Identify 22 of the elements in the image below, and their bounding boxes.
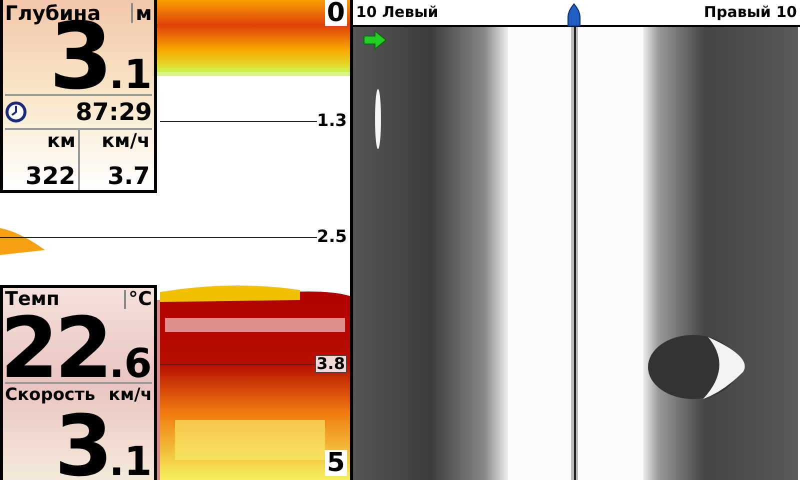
trip-value: 322 xyxy=(25,164,76,188)
depth-unit: м xyxy=(130,3,152,23)
speed-unit: км/ч xyxy=(108,386,152,404)
temperature-unit: °C xyxy=(124,290,152,308)
timer-value: 87:29 xyxy=(76,100,152,124)
depth-scale-label: 0 xyxy=(324,0,347,26)
depth-scale-label: 5 xyxy=(324,450,347,476)
left-side-label: 10 Левый xyxy=(356,5,438,20)
speed-label: Скорость xyxy=(5,386,96,404)
speed-value: 3.1 xyxy=(54,412,152,480)
temperature-label: Темп xyxy=(5,290,60,308)
depth-cursor-label: 3.8 xyxy=(314,355,347,373)
trip-unit: км/ч xyxy=(102,132,150,151)
clock-icon xyxy=(5,101,27,123)
right-side-label: Правый 10 xyxy=(704,5,797,20)
depth-scale-label: 1.3 xyxy=(316,113,347,130)
trip-value: 3.7 xyxy=(107,164,150,188)
boat-icon xyxy=(566,3,582,27)
depth-scale-label: 2.5 xyxy=(316,229,347,246)
trip-unit: км xyxy=(47,132,76,151)
arrow-icon xyxy=(363,30,387,50)
temperature-value: 22.6 xyxy=(0,314,152,382)
